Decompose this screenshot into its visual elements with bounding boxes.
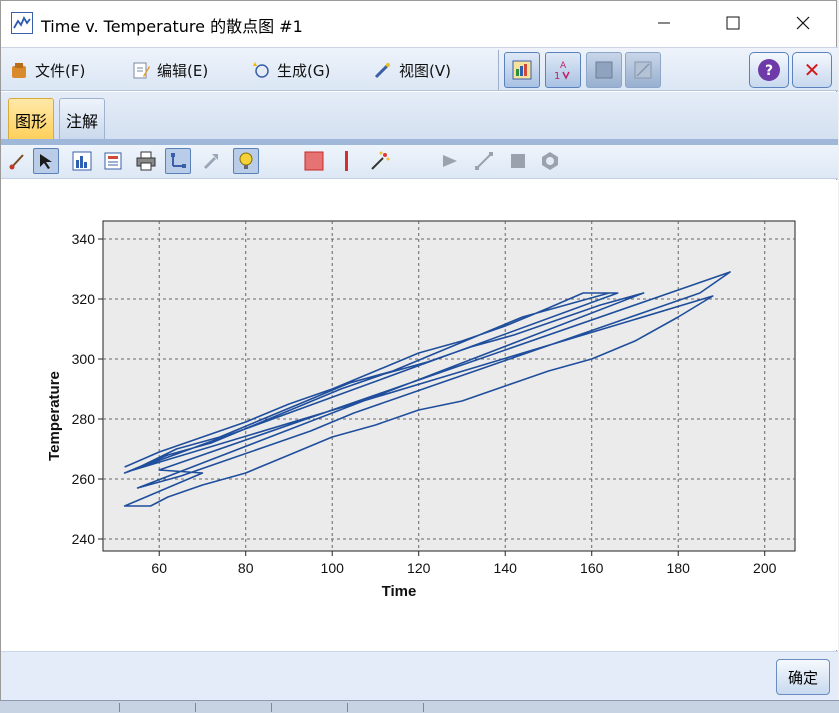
pointer-tool-icon[interactable]	[33, 148, 59, 174]
view-icon	[373, 60, 393, 80]
square-tool-icon	[505, 148, 531, 174]
ok-button[interactable]: 确定	[776, 659, 830, 695]
tab-row: 图形 注解	[1, 92, 838, 140]
status-segment	[348, 703, 424, 712]
y-tick-label: 280	[72, 411, 96, 427]
status-segment	[0, 703, 120, 712]
node-tool-icon	[437, 148, 463, 174]
y-tick-label: 240	[72, 531, 96, 547]
status-segment	[196, 703, 272, 712]
title-bar: Time v. Temperature 的散点图 #1	[1, 1, 836, 45]
plot-area	[102, 220, 796, 552]
minimize-button[interactable]	[641, 1, 687, 45]
y-tick-label: 300	[72, 351, 96, 367]
x-tick-label: 100	[321, 560, 345, 576]
x-tick-label: 160	[580, 560, 604, 576]
table-tool-icon[interactable]	[101, 148, 127, 174]
close-icon: ✕	[804, 58, 821, 82]
menu-bar: 文件(F) 编辑(E) 生成(G) 视图(V) A1 ? ✕	[1, 47, 838, 91]
chart-toolbar	[1, 145, 838, 179]
menu-edit-label: 编辑(E)	[157, 61, 209, 80]
menu-generate-label: 生成(G)	[277, 61, 331, 80]
edit-chart-button[interactable]	[625, 52, 661, 88]
status-segment	[272, 703, 348, 712]
y-tick-label: 320	[72, 291, 96, 307]
tab-annotation-label: 注解	[66, 111, 99, 131]
export-chart-button[interactable]	[504, 52, 540, 88]
edit-icon	[131, 60, 151, 80]
polygon-tool-icon	[537, 148, 563, 174]
x-axis-label: Time	[382, 583, 417, 600]
frame-button[interactable]	[586, 52, 622, 88]
move-tool-icon[interactable]	[197, 148, 223, 174]
menu-file[interactable]: 文件(F)	[9, 58, 85, 82]
chart-panel: 60 80 100 120 140 160 180 200 240 260 280 300 320 340…	[1, 180, 838, 650]
x-tick-label: 80	[238, 560, 254, 576]
help-button[interactable]: ?	[749, 52, 789, 88]
scatter-window: Time v. Temperature 的散点图 #1 文件(F) 编辑(E)	[0, 0, 838, 701]
background-statusbar	[0, 700, 839, 713]
menu-view-label: 视图(V)	[399, 61, 451, 80]
svg-text:A: A	[560, 61, 567, 71]
connect-tool-icon[interactable]	[165, 148, 191, 174]
y-axis-label: Temperature	[46, 371, 63, 461]
x-tick-label: 60	[151, 560, 167, 576]
x-tick-label: 180	[667, 560, 691, 576]
magic-wand-tool-icon[interactable]	[367, 148, 393, 174]
help-icon: ?	[765, 63, 773, 79]
close-window-button[interactable]	[780, 1, 826, 45]
file-icon	[9, 60, 29, 80]
close-panel-button[interactable]: ✕	[792, 52, 832, 88]
chart-app-icon	[11, 12, 33, 34]
brush-tool-icon[interactable]	[4, 148, 30, 174]
y-tick-label: 260	[72, 471, 96, 487]
bottom-bar: 确定	[1, 651, 838, 701]
lightbulb-tool-icon[interactable]	[233, 148, 259, 174]
tab-graph[interactable]: 图形	[8, 98, 55, 140]
menu-file-label: 文件(F)	[35, 61, 86, 80]
svg-text:1: 1	[554, 71, 560, 82]
status-segment	[120, 703, 196, 712]
generate-icon	[251, 60, 271, 80]
line-segment-tool-icon	[471, 148, 497, 174]
window-title: Time v. Temperature 的散点图 #1	[41, 17, 303, 36]
menu-generate[interactable]: 生成(G)	[251, 58, 330, 82]
x-tick-label: 120	[407, 560, 431, 576]
print-tool-icon[interactable]	[133, 148, 159, 174]
menu-view[interactable]: 视图(V)	[373, 58, 451, 82]
menu-edit[interactable]: 编辑(E)	[131, 58, 208, 82]
x-tick-label: 200	[753, 560, 777, 576]
menu-separator	[498, 50, 499, 90]
x-tick-label: 140	[494, 560, 518, 576]
scatter-plot: 60 80 100 120 140 160 180 200 240 260 280 300 320 340…	[46, 220, 796, 600]
tab-annotation[interactable]: 注解	[59, 98, 106, 140]
bar-chart-tool-icon[interactable]	[69, 148, 95, 174]
sort-button[interactable]: A1	[545, 52, 581, 88]
rectangle-tool-icon[interactable]	[301, 148, 327, 174]
tab-graph-label: 图形	[15, 111, 48, 131]
maximize-button[interactable]	[710, 1, 756, 45]
vertical-line-tool-icon[interactable]	[333, 148, 359, 174]
y-tick-label: 340	[72, 231, 96, 247]
